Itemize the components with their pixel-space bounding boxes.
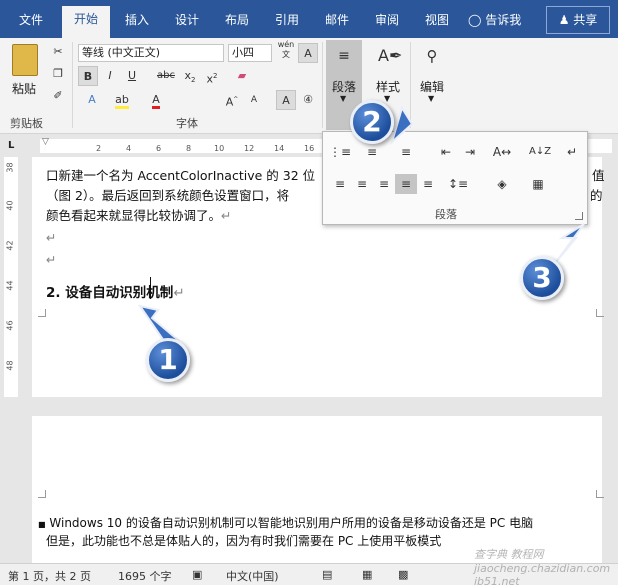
watermark: 查字典 教程网 jiaocheng.chazidian.com jb51.net bbox=[474, 548, 611, 585]
page-count[interactable]: 第 1 页，共 2 页 bbox=[8, 568, 91, 584]
arrow-2-icon bbox=[390, 105, 414, 146]
callout-1: 1 bbox=[146, 338, 190, 382]
proofing-icon[interactable]: ▣ bbox=[192, 568, 202, 581]
language[interactable]: 中文(中国) bbox=[226, 568, 279, 584]
word-count[interactable]: 1695 个字 bbox=[118, 568, 172, 584]
callout-2: 2 bbox=[350, 100, 394, 144]
web-layout-icon[interactable]: ▩ bbox=[398, 568, 408, 581]
arrow-3-icon bbox=[555, 223, 585, 263]
read-mode-icon[interactable]: ▤ bbox=[322, 568, 332, 581]
print-layout-icon[interactable]: ▦ bbox=[362, 568, 372, 581]
callout-3: 3 bbox=[520, 256, 564, 300]
